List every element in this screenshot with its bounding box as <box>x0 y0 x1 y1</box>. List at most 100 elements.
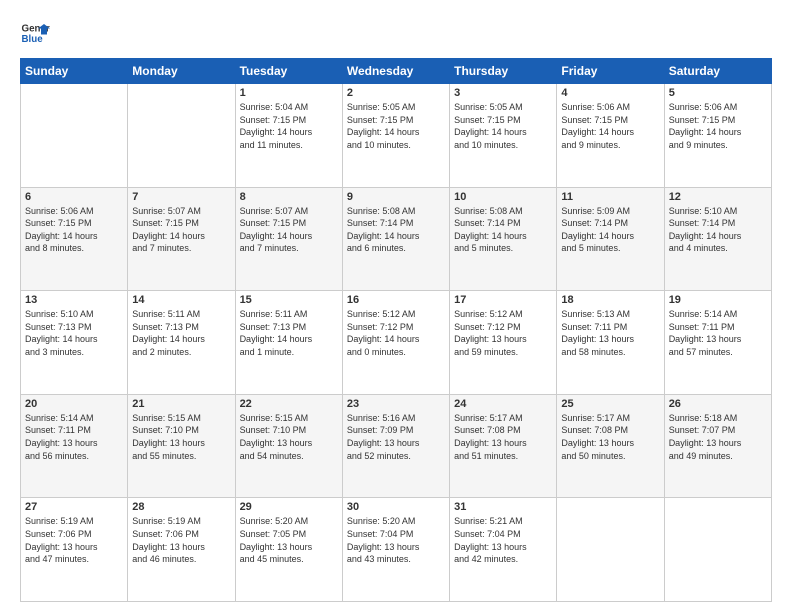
day-info: Sunrise: 5:10 AM Sunset: 7:13 PM Dayligh… <box>25 308 123 358</box>
calendar-cell: 14 Sunrise: 5:11 AM Sunset: 7:13 PM Dayli… <box>128 291 235 395</box>
calendar-cell <box>664 498 771 602</box>
calendar-cell: 3 Sunrise: 5:05 AM Sunset: 7:15 PM Daylig… <box>450 84 557 188</box>
calendar-cell <box>557 498 664 602</box>
day-info: Sunrise: 5:05 AM Sunset: 7:15 PM Dayligh… <box>347 101 445 151</box>
day-number: 26 <box>669 398 767 410</box>
weekday-header-monday: Monday <box>128 59 235 84</box>
day-number: 16 <box>347 294 445 306</box>
day-number: 31 <box>454 501 552 513</box>
calendar-week-4: 20Sunrise: 5:14 AM Sunset: 7:11 PM Dayli… <box>21 394 772 498</box>
day-number: 7 <box>132 191 230 203</box>
calendar-cell: 22 Sunrise: 5:15 AM Sunset: 7:10 PM Dayli… <box>235 394 342 498</box>
calendar-cell: 13 Sunrise: 5:10 AM Sunset: 7:13 PM Dayli… <box>21 291 128 395</box>
day-number: 20 <box>25 398 123 410</box>
day-info: Sunrise: 5:06 AM Sunset: 7:15 PM Dayligh… <box>25 205 123 255</box>
calendar-cell: 28Sunrise: 5:19 AM Sunset: 7:06 PM Dayli… <box>128 498 235 602</box>
calendar-table: SundayMondayTuesdayWednesdayThursdayFrid… <box>20 58 772 602</box>
day-info: Sunrise: 5:21 AM Sunset: 7:04 PM Dayligh… <box>454 515 552 565</box>
day-info: Sunrise: 5:16 AM Sunset: 7:09 PM Dayligh… <box>347 412 445 462</box>
calendar-week-2: 6 Sunrise: 5:06 AM Sunset: 7:15 PM Daylig… <box>21 187 772 291</box>
day-info: Sunrise: 5:10 AM Sunset: 7:14 PM Dayligh… <box>669 205 767 255</box>
day-number: 30 <box>347 501 445 513</box>
day-info: Sunrise: 5:12 AM Sunset: 7:12 PM Dayligh… <box>347 308 445 358</box>
weekday-header-row: SundayMondayTuesdayWednesdayThursdayFrid… <box>21 59 772 84</box>
day-number: 3 <box>454 87 552 99</box>
day-number: 14 <box>132 294 230 306</box>
calendar-cell: 17 Sunrise: 5:12 AM Sunset: 7:12 PM Dayli… <box>450 291 557 395</box>
day-info: Sunrise: 5:08 AM Sunset: 7:14 PM Dayligh… <box>347 205 445 255</box>
day-info: Sunrise: 5:12 AM Sunset: 7:12 PM Dayligh… <box>454 308 552 358</box>
day-number: 27 <box>25 501 123 513</box>
day-number: 9 <box>347 191 445 203</box>
day-info: Sunrise: 5:15 AM Sunset: 7:10 PM Dayligh… <box>240 412 338 462</box>
day-number: 25 <box>561 398 659 410</box>
calendar-cell: 15Sunrise: 5:11 AM Sunset: 7:13 PM Dayli… <box>235 291 342 395</box>
calendar-cell: 25Sunrise: 5:17 AM Sunset: 7:08 PM Dayli… <box>557 394 664 498</box>
header: General Blue <box>20 18 772 48</box>
calendar-week-1: 1Sunrise: 5:04 AM Sunset: 7:15 PM Daylig… <box>21 84 772 188</box>
calendar-cell: 24 Sunrise: 5:17 AM Sunset: 7:08 PM Dayli… <box>450 394 557 498</box>
day-info: Sunrise: 5:18 AM Sunset: 7:07 PM Dayligh… <box>669 412 767 462</box>
day-info: Sunrise: 5:20 AM Sunset: 7:04 PM Dayligh… <box>347 515 445 565</box>
weekday-header-friday: Friday <box>557 59 664 84</box>
day-info: Sunrise: 5:11 AM Sunset: 7:13 PM Dayligh… <box>240 308 338 358</box>
calendar-cell: 19 Sunrise: 5:14 AM Sunset: 7:11 PM Dayli… <box>664 291 771 395</box>
day-number: 6 <box>25 191 123 203</box>
calendar-cell: 23Sunrise: 5:16 AM Sunset: 7:09 PM Dayli… <box>342 394 449 498</box>
calendar-cell: 12Sunrise: 5:10 AM Sunset: 7:14 PM Dayli… <box>664 187 771 291</box>
calendar-cell: 5 Sunrise: 5:06 AM Sunset: 7:15 PM Daylig… <box>664 84 771 188</box>
day-info: Sunrise: 5:15 AM Sunset: 7:10 PM Dayligh… <box>132 412 230 462</box>
day-info: Sunrise: 5:07 AM Sunset: 7:15 PM Dayligh… <box>240 205 338 255</box>
day-info: Sunrise: 5:06 AM Sunset: 7:15 PM Dayligh… <box>561 101 659 151</box>
day-info: Sunrise: 5:14 AM Sunset: 7:11 PM Dayligh… <box>669 308 767 358</box>
weekday-header-thursday: Thursday <box>450 59 557 84</box>
weekday-header-sunday: Sunday <box>21 59 128 84</box>
day-number: 13 <box>25 294 123 306</box>
calendar-week-5: 27 Sunrise: 5:19 AM Sunset: 7:06 PM Dayli… <box>21 498 772 602</box>
calendar-cell: 16 Sunrise: 5:12 AM Sunset: 7:12 PM Dayli… <box>342 291 449 395</box>
day-info: Sunrise: 5:09 AM Sunset: 7:14 PM Dayligh… <box>561 205 659 255</box>
day-number: 4 <box>561 87 659 99</box>
calendar-cell: 26 Sunrise: 5:18 AM Sunset: 7:07 PM Dayli… <box>664 394 771 498</box>
day-number: 18 <box>561 294 659 306</box>
day-info: Sunrise: 5:11 AM Sunset: 7:13 PM Dayligh… <box>132 308 230 358</box>
day-number: 17 <box>454 294 552 306</box>
calendar-cell: 8 Sunrise: 5:07 AM Sunset: 7:15 PM Daylig… <box>235 187 342 291</box>
day-info: Sunrise: 5:04 AM Sunset: 7:15 PM Dayligh… <box>240 101 338 151</box>
day-number: 5 <box>669 87 767 99</box>
day-number: 10 <box>454 191 552 203</box>
calendar-week-3: 13 Sunrise: 5:10 AM Sunset: 7:13 PM Dayli… <box>21 291 772 395</box>
day-info: Sunrise: 5:05 AM Sunset: 7:15 PM Dayligh… <box>454 101 552 151</box>
logo-icon: General Blue <box>20 18 50 48</box>
calendar-cell: 10 Sunrise: 5:08 AM Sunset: 7:14 PM Dayli… <box>450 187 557 291</box>
calendar-cell: 27 Sunrise: 5:19 AM Sunset: 7:06 PM Dayli… <box>21 498 128 602</box>
calendar-cell: 31 Sunrise: 5:21 AM Sunset: 7:04 PM Dayli… <box>450 498 557 602</box>
day-number: 24 <box>454 398 552 410</box>
calendar-cell: 20Sunrise: 5:14 AM Sunset: 7:11 PM Dayli… <box>21 394 128 498</box>
weekday-header-tuesday: Tuesday <box>235 59 342 84</box>
calendar-cell <box>21 84 128 188</box>
weekday-header-wednesday: Wednesday <box>342 59 449 84</box>
calendar-cell: 6 Sunrise: 5:06 AM Sunset: 7:15 PM Daylig… <box>21 187 128 291</box>
calendar-cell: 11Sunrise: 5:09 AM Sunset: 7:14 PM Dayli… <box>557 187 664 291</box>
day-number: 21 <box>132 398 230 410</box>
page: General Blue SundayMondayTuesdayWednesda… <box>0 0 792 612</box>
calendar-cell: 29 Sunrise: 5:20 AM Sunset: 7:05 PM Dayli… <box>235 498 342 602</box>
day-info: Sunrise: 5:17 AM Sunset: 7:08 PM Dayligh… <box>454 412 552 462</box>
calendar-cell: 2 Sunrise: 5:05 AM Sunset: 7:15 PM Daylig… <box>342 84 449 188</box>
day-info: Sunrise: 5:19 AM Sunset: 7:06 PM Dayligh… <box>25 515 123 565</box>
day-number: 2 <box>347 87 445 99</box>
calendar-cell: 18 Sunrise: 5:13 AM Sunset: 7:11 PM Dayli… <box>557 291 664 395</box>
day-number: 29 <box>240 501 338 513</box>
day-info: Sunrise: 5:20 AM Sunset: 7:05 PM Dayligh… <box>240 515 338 565</box>
day-info: Sunrise: 5:06 AM Sunset: 7:15 PM Dayligh… <box>669 101 767 151</box>
day-number: 19 <box>669 294 767 306</box>
calendar-cell: 9 Sunrise: 5:08 AM Sunset: 7:14 PM Daylig… <box>342 187 449 291</box>
weekday-header-saturday: Saturday <box>664 59 771 84</box>
calendar-cell: 4 Sunrise: 5:06 AM Sunset: 7:15 PM Daylig… <box>557 84 664 188</box>
day-number: 8 <box>240 191 338 203</box>
day-number: 22 <box>240 398 338 410</box>
day-info: Sunrise: 5:07 AM Sunset: 7:15 PM Dayligh… <box>132 205 230 255</box>
day-info: Sunrise: 5:08 AM Sunset: 7:14 PM Dayligh… <box>454 205 552 255</box>
day-info: Sunrise: 5:13 AM Sunset: 7:11 PM Dayligh… <box>561 308 659 358</box>
